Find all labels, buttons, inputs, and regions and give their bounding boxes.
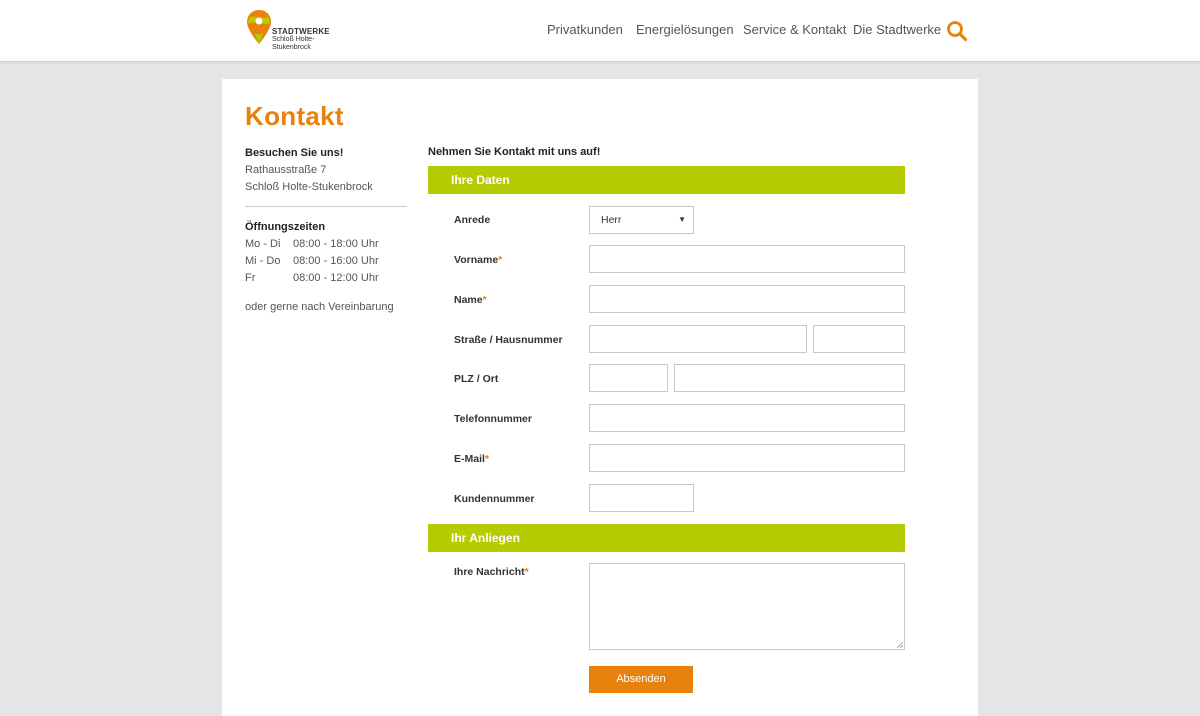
anrede-select[interactable]: Herr ▼: [589, 206, 694, 234]
hours-time: 08:00 - 16:00 Uhr: [293, 255, 379, 267]
hours-day: Mo - Di: [245, 238, 281, 250]
section-ihr-anliegen: Ihr Anliegen: [428, 524, 905, 552]
label-email: E-Mail*: [454, 453, 489, 465]
label-telefon: Telefonnummer: [454, 413, 532, 425]
email-input[interactable]: [589, 444, 905, 472]
label-anrede: Anrede: [454, 214, 491, 226]
label-vorname: Vorname*: [454, 254, 502, 266]
required-mark: *: [498, 254, 503, 266]
address-city: Schloß Holte-Stukenbrock: [245, 181, 373, 193]
label-vorname-text: Vorname: [454, 254, 499, 266]
nachricht-textarea[interactable]: [589, 563, 905, 650]
nav-energieloesungen[interactable]: Energielösungen: [636, 22, 734, 37]
label-strasse: Straße / Hausnummer: [454, 334, 563, 346]
required-mark: *: [482, 294, 487, 306]
hours-day: Fr: [245, 272, 256, 284]
visit-heading: Besuchen Sie uns!: [245, 147, 344, 159]
top-header: STADTWERKE Schloß Holte- Stukenbrock Pri…: [0, 0, 1200, 62]
telefon-input[interactable]: [589, 404, 905, 432]
hours-day: Mi - Do: [245, 255, 281, 267]
search-icon[interactable]: [946, 20, 968, 42]
page-title: Kontakt: [245, 101, 344, 131]
label-nachricht: Ihre Nachricht*: [454, 566, 529, 578]
logo-line2-b: Stukenbrock: [272, 44, 311, 51]
hours-row: Mi - Do 08:00 - 16:00 Uhr: [245, 255, 379, 267]
label-kundennummer: Kundennummer: [454, 493, 535, 505]
resize-grip-icon[interactable]: [897, 642, 903, 648]
sidebar-divider: [245, 206, 407, 207]
label-nachricht-text: Ihre Nachricht: [454, 566, 525, 578]
logo-line2: Schloß Holte- Stukenbrock: [272, 36, 314, 52]
required-mark: *: [524, 566, 529, 578]
nav-privatkunden[interactable]: Privatkunden: [547, 22, 623, 37]
vorname-input[interactable]: [589, 245, 905, 273]
label-plz-ort: PLZ / Ort: [454, 373, 499, 385]
street-input[interactable]: [589, 325, 807, 353]
nav-service-kontakt[interactable]: Service & Kontakt: [743, 22, 846, 37]
label-name: Name*: [454, 294, 487, 306]
label-email-text: E-Mail: [454, 453, 485, 465]
anrede-selected-value: Herr: [601, 214, 622, 226]
hours-heading: Öffnungszeiten: [245, 221, 326, 233]
hours-row: Mo - Di 08:00 - 18:00 Uhr: [245, 238, 379, 250]
house-number-input[interactable]: [813, 325, 905, 353]
logo-line1: STADTWERKE: [272, 27, 330, 36]
section-ihre-daten: Ihre Daten: [428, 166, 905, 194]
hours-time: 08:00 - 18:00 Uhr: [293, 238, 379, 250]
hours-time: 08:00 - 12:00 Uhr: [293, 272, 379, 284]
required-mark: *: [484, 453, 490, 465]
content-card: Kontakt Besuchen Sie uns! Rathausstraße …: [222, 79, 978, 716]
hours-note: oder gerne nach Vereinbarung: [245, 301, 394, 313]
address-street: Rathausstraße 7: [245, 164, 327, 176]
hours-row: Fr 08:00 - 12:00 Uhr: [245, 272, 379, 284]
dropdown-arrow-icon: ▼: [678, 215, 686, 224]
pin-logo-icon: [247, 10, 271, 44]
submit-button[interactable]: Absenden: [589, 666, 693, 693]
plz-input[interactable]: [589, 364, 668, 392]
kundennummer-input[interactable]: [589, 484, 694, 512]
logo-line2-a: Schloß Holte-: [272, 36, 315, 43]
ort-input[interactable]: [674, 364, 905, 392]
label-name-text: Name: [454, 294, 483, 306]
nav-die-stadtwerke[interactable]: Die Stadtwerke: [853, 22, 941, 37]
name-input[interactable]: [589, 285, 905, 313]
logo[interactable]: STADTWERKE Schloß Holte- Stukenbrock: [246, 8, 336, 54]
form-intro: Nehmen Sie Kontakt mit uns auf!: [428, 146, 601, 158]
